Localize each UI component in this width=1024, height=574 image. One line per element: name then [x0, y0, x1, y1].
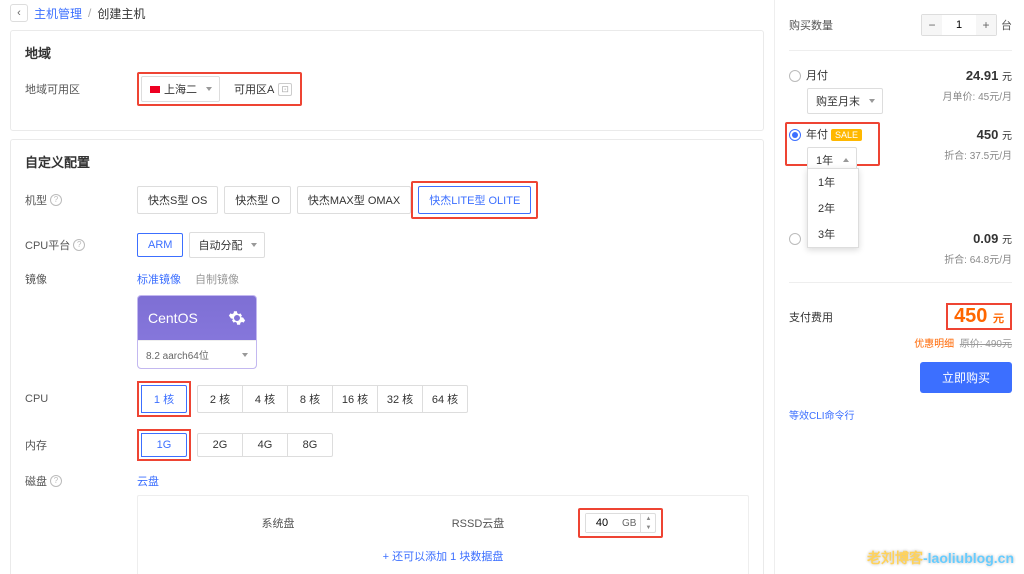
stepper-down-icon[interactable]: ▼ — [641, 523, 655, 532]
disk-size-input[interactable] — [586, 514, 618, 532]
os-name: CentOS — [148, 310, 198, 326]
disk-size-highlight: GB ▲▼ — [578, 508, 663, 538]
os-card[interactable]: CentOS 8.2 aarch64位 — [137, 295, 257, 369]
radio-icon[interactable] — [789, 70, 801, 82]
discount-link[interactable]: 优惠明细 — [914, 339, 954, 350]
disk-size-stepper[interactable]: GB ▲▼ — [585, 513, 656, 533]
cpu-opt-8[interactable]: 8 核 — [287, 385, 333, 413]
type-opt-0[interactable]: 快杰S型 OS — [137, 186, 218, 214]
region-label: 地域可用区 — [25, 81, 137, 97]
breadcrumb-parent[interactable]: 主机管理 — [34, 5, 82, 22]
cpu-opt-32[interactable]: 32 核 — [377, 385, 423, 413]
purchase-panel: 购买数量 − + 台 月付 24.91 元 购至月末 月单价: 45元/月 — [774, 0, 1024, 574]
os-version-select[interactable]: 8.2 aarch64位 — [138, 340, 256, 368]
az-badge[interactable]: 可用区A⊡ — [224, 76, 298, 102]
year-opt-2[interactable]: 2年 — [808, 195, 858, 221]
year-opt-3[interactable]: 3年 — [808, 221, 858, 247]
total-amount: 450 — [954, 305, 987, 327]
image-label: 镜像 — [25, 271, 137, 287]
qty-minus[interactable]: − — [922, 15, 942, 35]
breadcrumb-current: 创建主机 — [97, 5, 145, 22]
total-label: 支付费用 — [789, 309, 833, 325]
region-panel: 地域 地域可用区 上海二 可用区A⊡ — [10, 30, 764, 131]
disk-tab-cloud[interactable]: 云盘 — [137, 473, 159, 489]
disk-col-sys: 系统盘 — [178, 515, 378, 531]
cpu-opt-4[interactable]: 4 核 — [242, 385, 288, 413]
radio-icon[interactable] — [789, 233, 801, 245]
watermark: 老刘博客-laoliublog.cn — [867, 548, 1014, 568]
qty-unit: 台 — [1001, 17, 1012, 33]
plan-monthly[interactable]: 月付 24.91 元 购至月末 月单价: 45元/月 — [789, 61, 1012, 120]
cpu-opt-16[interactable]: 16 核 — [332, 385, 378, 413]
type-label: 机型? — [25, 192, 137, 208]
cpu-highlight: 1 核 — [137, 381, 191, 417]
add-disk-link[interactable]: + 还可以添加 1 块数据盘 — [138, 542, 748, 570]
cli-link[interactable]: 等效CLI命令行 — [789, 407, 1012, 422]
three-sub: 折合: 64.8元/月 — [944, 251, 1012, 266]
monthly-sub: 月单价: 45元/月 — [943, 88, 1012, 114]
mem-label: 内存 — [25, 437, 137, 453]
monska-select[interactable]: 购至月末 — [807, 88, 883, 114]
mem-opt-1g[interactable]: 1G — [141, 433, 187, 457]
mem-highlight: 1G — [137, 429, 191, 461]
yearly-sub: 折合: 37.5元/月 — [944, 147, 1012, 173]
region-title: 地域 — [25, 43, 749, 62]
region-highlight: 上海二 可用区A⊡ — [137, 72, 302, 106]
mem-opt-4g[interactable]: 4G — [242, 433, 288, 457]
type-opt-3[interactable]: 快杰LITE型 OLITE — [418, 186, 531, 214]
gear-icon — [228, 309, 246, 327]
az-tag-icon: ⊡ — [278, 83, 292, 96]
disk-col-type: RSSD云盘 — [378, 515, 578, 531]
cpu-opt-2[interactable]: 2 核 — [197, 385, 243, 413]
buy-button[interactable]: 立即购买 — [920, 362, 1012, 393]
config-panel: 自定义配置 机型? 快杰S型 OS 快杰型 O 快杰MAX型 OMAX 快杰LI… — [10, 139, 764, 574]
info-icon[interactable]: ? — [50, 475, 62, 487]
info-icon[interactable]: ? — [73, 239, 85, 251]
type-opt-2[interactable]: 快杰MAX型 OMAX — [297, 186, 411, 214]
image-tab-standard[interactable]: 标准镜像 — [137, 271, 181, 287]
image-tab-custom[interactable]: 自制镜像 — [195, 271, 239, 287]
cpuplat-label: CPU平台? — [25, 237, 137, 253]
year-opt-1[interactable]: 1年 — [808, 169, 858, 195]
cpu-opt-64[interactable]: 64 核 — [422, 385, 468, 413]
config-title: 自定义配置 — [25, 152, 749, 171]
radio-icon[interactable] — [789, 129, 801, 141]
region-select[interactable]: 上海二 — [141, 76, 220, 102]
total-highlight: 450 元 — [946, 303, 1012, 330]
sale-badge: SALE — [831, 129, 862, 141]
breadcrumb: ‹ 主机管理 / 创建主机 — [10, 4, 764, 22]
plan-yearly[interactable]: 年付SALE 450 元 1年 折合: 37.5元/月 1年 2年 3年 — [789, 120, 1012, 179]
stepper-up-icon[interactable]: ▲ — [641, 514, 655, 523]
mem-opt-8g[interactable]: 8G — [287, 433, 333, 457]
yearly-dropdown[interactable]: 1年 2年 3年 — [807, 168, 859, 248]
type-opt-1[interactable]: 快杰型 O — [224, 186, 291, 214]
info-icon[interactable]: ? — [50, 194, 62, 206]
flag-icon — [150, 86, 160, 93]
type-highlight: 快杰LITE型 OLITE — [411, 181, 538, 219]
cpu-label: CPU — [25, 393, 137, 405]
cpuplat-arm[interactable]: ARM — [137, 233, 183, 257]
back-button[interactable]: ‹ — [10, 4, 28, 22]
cpuplat-assign-select[interactable]: 自动分配 — [189, 232, 265, 258]
mem-opt-2g[interactable]: 2G — [197, 433, 243, 457]
orig-price: 原价: 490元 — [960, 339, 1012, 350]
qty-input[interactable] — [942, 19, 976, 31]
qty-label: 购买数量 — [789, 17, 833, 33]
qty-stepper[interactable]: − + — [921, 14, 997, 36]
disk-unit: GB — [618, 518, 640, 529]
qty-plus[interactable]: + — [976, 15, 996, 35]
cpu-opt-1[interactable]: 1 核 — [141, 385, 187, 413]
disk-label: 磁盘? — [25, 473, 137, 489]
